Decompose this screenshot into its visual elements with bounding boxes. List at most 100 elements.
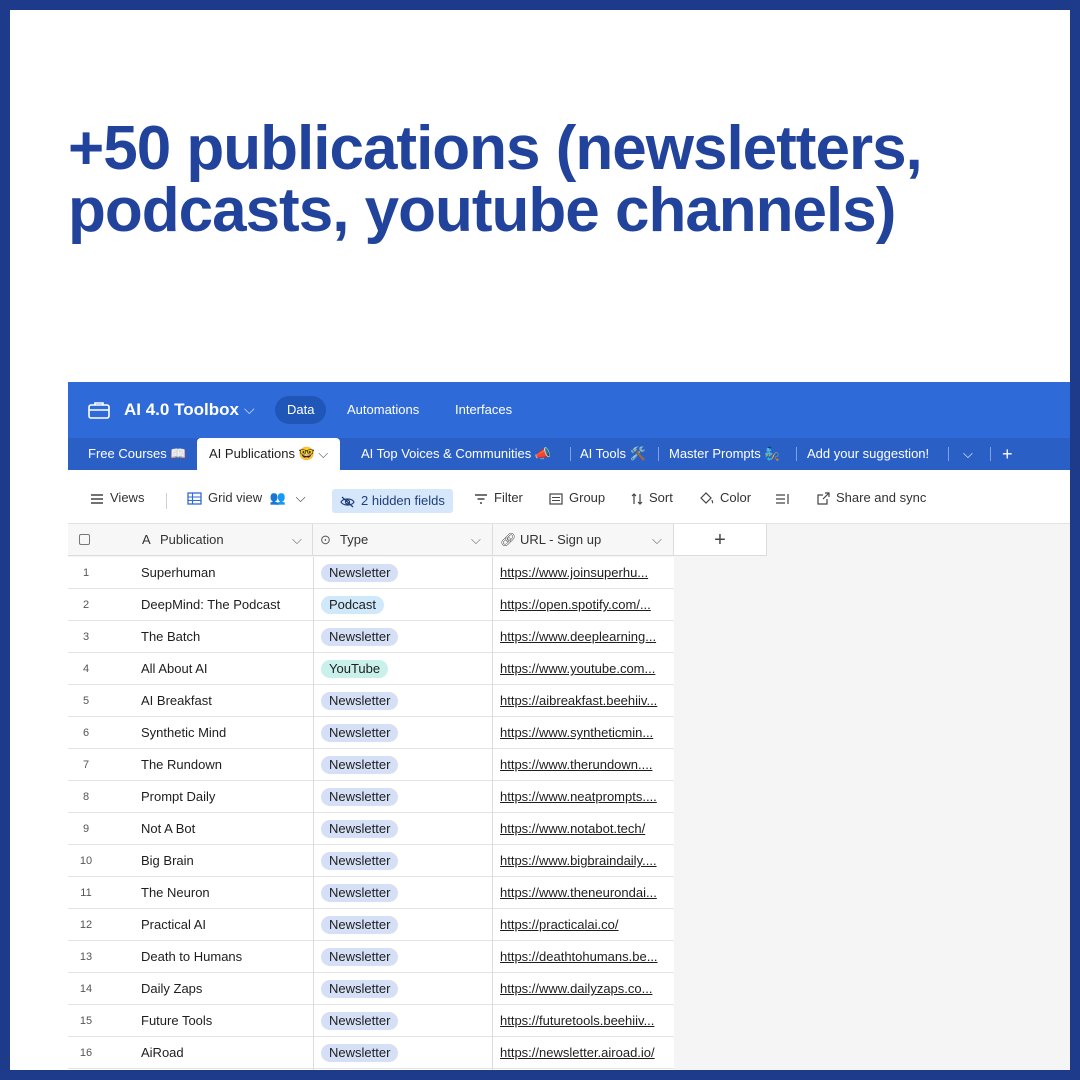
sort-button[interactable]: Sort	[631, 486, 673, 510]
nav-automations[interactable]: Automations	[335, 396, 431, 424]
chevron-down-icon[interactable]: ⌵	[292, 524, 302, 556]
url-link[interactable]	[500, 1069, 668, 1070]
url-link[interactable]: https://deathtohumans.be...	[500, 941, 668, 973]
chevron-down-icon[interactable]: ⌵	[963, 438, 973, 470]
table-row[interactable]: 16 AiRoad Newsletter https://newsletter.air…	[68, 1037, 674, 1069]
url-link[interactable]: https://open.spotify.com/...	[500, 589, 668, 621]
header-type[interactable]: ⊙ Type ⌵	[313, 524, 493, 556]
type-cell[interactable]: YouTube	[313, 653, 493, 685]
type-cell[interactable]: Newsletter	[313, 749, 493, 781]
select-all-checkbox[interactable]	[79, 534, 90, 545]
tab-free-courses[interactable]: Free Courses 📖	[88, 438, 187, 470]
type-cell[interactable]: Newsletter	[313, 813, 493, 845]
header-url[interactable]: 🔗︎ URL - Sign up ⌵	[493, 524, 674, 556]
url-link[interactable]: https://www.joinsuperhu...	[500, 557, 668, 589]
chevron-down-icon[interactable]: ⌵	[318, 446, 328, 461]
table-row[interactable]: 5 AI Breakfast Newsletter https://aibreakfa…	[68, 685, 674, 717]
tab-ai-top-voices[interactable]: AI Top Voices & Communities 📣	[361, 438, 551, 470]
table-row[interactable]: 8 Prompt Daily Newsletter https://www.neatp…	[68, 781, 674, 813]
briefcase-icon	[88, 402, 110, 419]
url-link[interactable]: https://www.dailyzaps.co...	[500, 973, 668, 1005]
type-cell[interactable]: Newsletter	[313, 1069, 493, 1070]
table-row[interactable]: 9 Not A Bot Newsletter https://www.notabot.…	[68, 813, 674, 845]
table-row[interactable]: 13 Death to Humans Newsletter https://death…	[68, 941, 674, 973]
nav-interfaces[interactable]: Interfaces	[443, 396, 524, 424]
publication-cell[interactable]: Practical AI	[141, 909, 206, 941]
publication-cell[interactable]: Synthetic Mind	[141, 717, 226, 749]
url-link[interactable]: https://www.youtube.com...	[500, 653, 668, 685]
type-cell[interactable]: Newsletter	[313, 1037, 493, 1069]
publication-cell[interactable]: Prompt Daily	[141, 781, 215, 813]
url-link[interactable]: https://www.notabot.tech/	[500, 813, 668, 845]
chevron-down-icon[interactable]: ⌵	[244, 401, 255, 418]
type-cell[interactable]: Newsletter	[313, 909, 493, 941]
add-table-icon[interactable]: +	[1002, 438, 1013, 470]
share-sync-button[interactable]: Share and sync	[817, 486, 926, 510]
table-row[interactable]: 10 Big Brain Newsletter https://www.bigbrai…	[68, 845, 674, 877]
table-row[interactable]: 2 DeepMind: The Podcast Podcast https://ope…	[68, 589, 674, 621]
url-link[interactable]: https://www.theneurondai...	[500, 877, 668, 909]
url-link[interactable]: https://practicalai.co/	[500, 909, 668, 941]
type-cell[interactable]: Newsletter	[313, 845, 493, 877]
table-row[interactable]: 14 Daily Zaps Newsletter https://www.dailyz…	[68, 973, 674, 1005]
publication-cell[interactable]: DeepMind: The Podcast	[141, 589, 280, 621]
table-row[interactable]: 17 Newsletter	[68, 1069, 674, 1070]
publication-cell[interactable]: AI Breakfast	[141, 685, 212, 717]
chevron-down-icon[interactable]: ⌵	[652, 524, 662, 556]
type-cell[interactable]: Newsletter	[313, 973, 493, 1005]
chevron-down-icon[interactable]: ⌵	[296, 490, 306, 505]
type-cell[interactable]: Newsletter	[313, 1005, 493, 1037]
type-cell[interactable]: Newsletter	[313, 781, 493, 813]
url-link[interactable]: https://www.syntheticmin...	[500, 717, 668, 749]
url-link[interactable]: https://www.neatprompts....	[500, 781, 668, 813]
url-link[interactable]: https://www.bigbraindaily....	[500, 845, 668, 877]
url-link[interactable]: https://newsletter.airoad.io/	[500, 1037, 668, 1069]
publication-cell[interactable]: The Neuron	[141, 877, 210, 909]
type-cell[interactable]: Newsletter	[313, 685, 493, 717]
tab-master-prompts[interactable]: Master Prompts 🧞	[669, 438, 781, 470]
publication-cell[interactable]: Not A Bot	[141, 813, 195, 845]
publication-cell[interactable]: The Rundown	[141, 749, 222, 781]
header-publication[interactable]: A Publication ⌵	[68, 524, 313, 556]
table-row[interactable]: 7 The Rundown Newsletter https://www.therun…	[68, 749, 674, 781]
table-row[interactable]: 12 Practical AI Newsletter https://practica…	[68, 909, 674, 941]
nav-data[interactable]: Data	[275, 396, 327, 424]
publication-cell[interactable]: Big Brain	[141, 845, 194, 877]
type-cell[interactable]: Newsletter	[313, 557, 493, 589]
type-cell[interactable]: Newsletter	[313, 941, 493, 973]
url-link[interactable]: https://futuretools.beehiiv...	[500, 1005, 668, 1037]
publication-cell[interactable]: Daily Zaps	[141, 973, 202, 1005]
chevron-down-icon[interactable]: ⌵	[471, 524, 481, 556]
url-link[interactable]: https://aibreakfast.beehiiv...	[500, 685, 668, 717]
color-button[interactable]: Color	[699, 486, 751, 510]
publication-cell[interactable]: AiRoad	[141, 1037, 184, 1069]
url-link[interactable]: https://www.deeplearning...	[500, 621, 668, 653]
publication-cell[interactable]: Superhuman	[141, 557, 215, 589]
table-row[interactable]: 3 The Batch Newsletter https://www.deeplear…	[68, 621, 674, 653]
base-name[interactable]: AI 4.0 Toolbox	[124, 400, 239, 420]
table-row[interactable]: 4 All About AI YouTube https://www.youtube.…	[68, 653, 674, 685]
add-field-button[interactable]: +	[674, 524, 767, 556]
tab-add-suggestion[interactable]: Add your suggestion!	[807, 438, 929, 470]
table-row[interactable]: 15 Future Tools Newsletter https://futureto…	[68, 1005, 674, 1037]
publication-cell[interactable]: All About AI	[141, 653, 208, 685]
tab-ai-tools[interactable]: AI Tools 🛠️	[580, 438, 646, 470]
publication-cell[interactable]: The Batch	[141, 621, 200, 653]
grid-view-button[interactable]: Grid view 👥 ⌵	[187, 486, 305, 510]
type-cell[interactable]: Podcast	[313, 589, 493, 621]
views-button[interactable]: Views	[90, 486, 144, 510]
hidden-fields-button[interactable]: 2 hidden fields	[332, 489, 453, 513]
type-cell[interactable]: Newsletter	[313, 621, 493, 653]
publication-cell[interactable]: Future Tools	[141, 1005, 212, 1037]
type-cell[interactable]: Newsletter	[313, 877, 493, 909]
filter-button[interactable]: Filter	[474, 486, 523, 510]
table-row[interactable]: 11 The Neuron Newsletter https://www.theneu…	[68, 877, 674, 909]
tab-ai-publications[interactable]: AI Publications 🤓 ⌵	[197, 438, 341, 470]
table-row[interactable]: 1 Superhuman Newsletter https://www.joinsup…	[68, 557, 674, 589]
url-link[interactable]: https://www.therundown....	[500, 749, 668, 781]
table-row[interactable]: 6 Synthetic Mind Newsletter https://www.syn…	[68, 717, 674, 749]
type-cell[interactable]: Newsletter	[313, 717, 493, 749]
publication-cell[interactable]: Death to Humans	[141, 941, 242, 973]
group-button[interactable]: Group	[549, 486, 605, 510]
row-height-icon[interactable]	[775, 486, 796, 510]
